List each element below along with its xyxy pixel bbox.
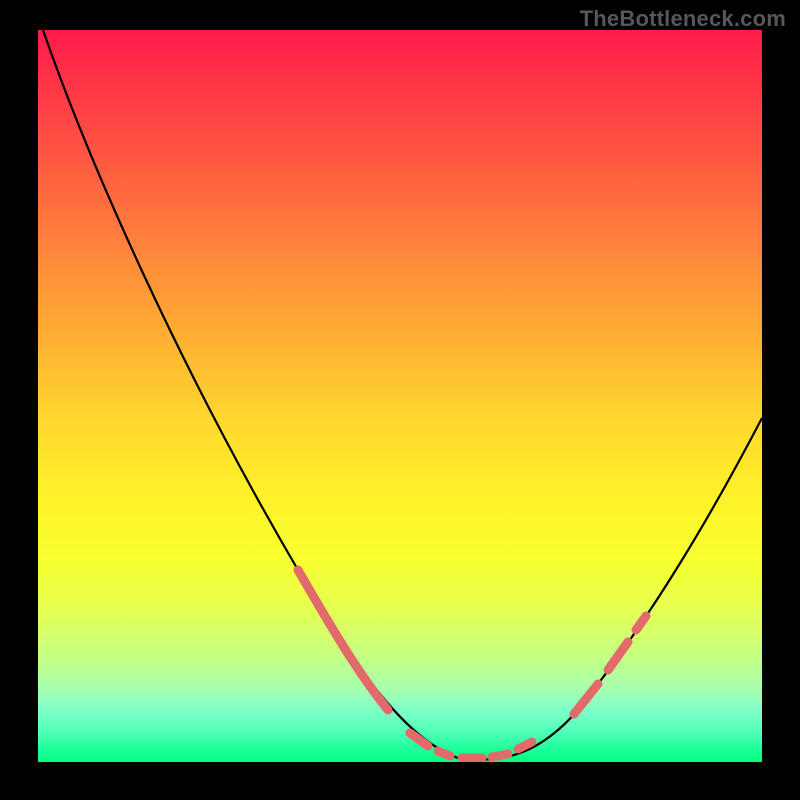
chart-plot-area [38, 30, 762, 762]
bottleneck-curve-svg [38, 30, 762, 762]
highlight-right-band [574, 616, 646, 714]
watermark-label: TheBottleneck.com [580, 6, 786, 32]
bottleneck-curve [43, 30, 762, 760]
highlight-left-band [298, 570, 388, 710]
